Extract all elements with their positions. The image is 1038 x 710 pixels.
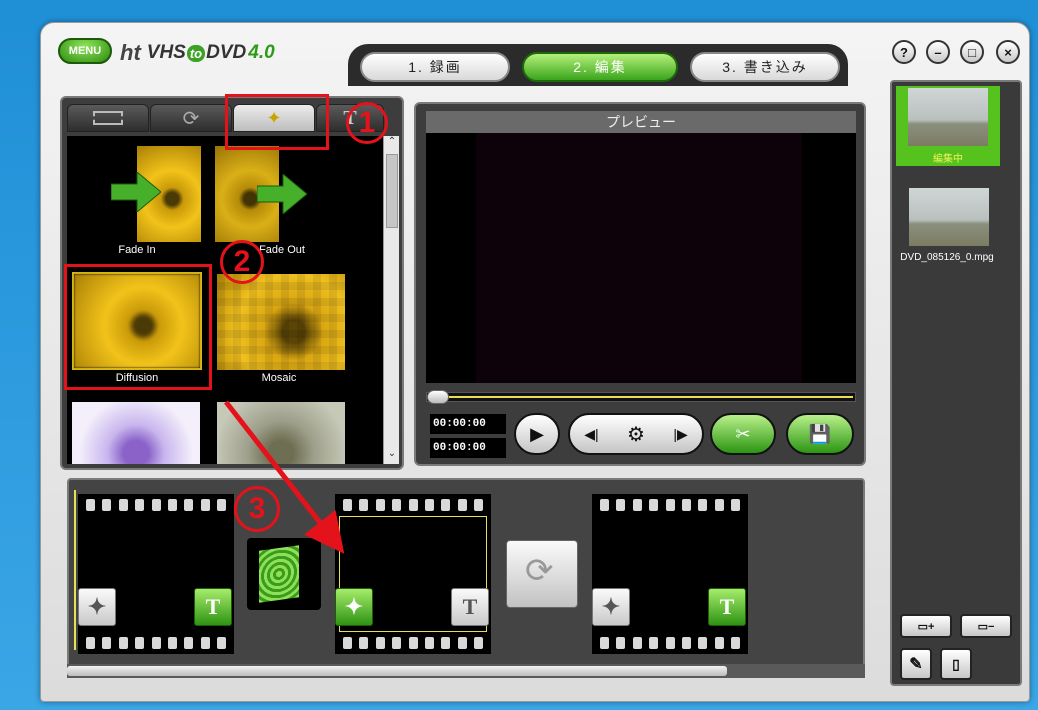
annotation-arrow xyxy=(224,400,345,554)
